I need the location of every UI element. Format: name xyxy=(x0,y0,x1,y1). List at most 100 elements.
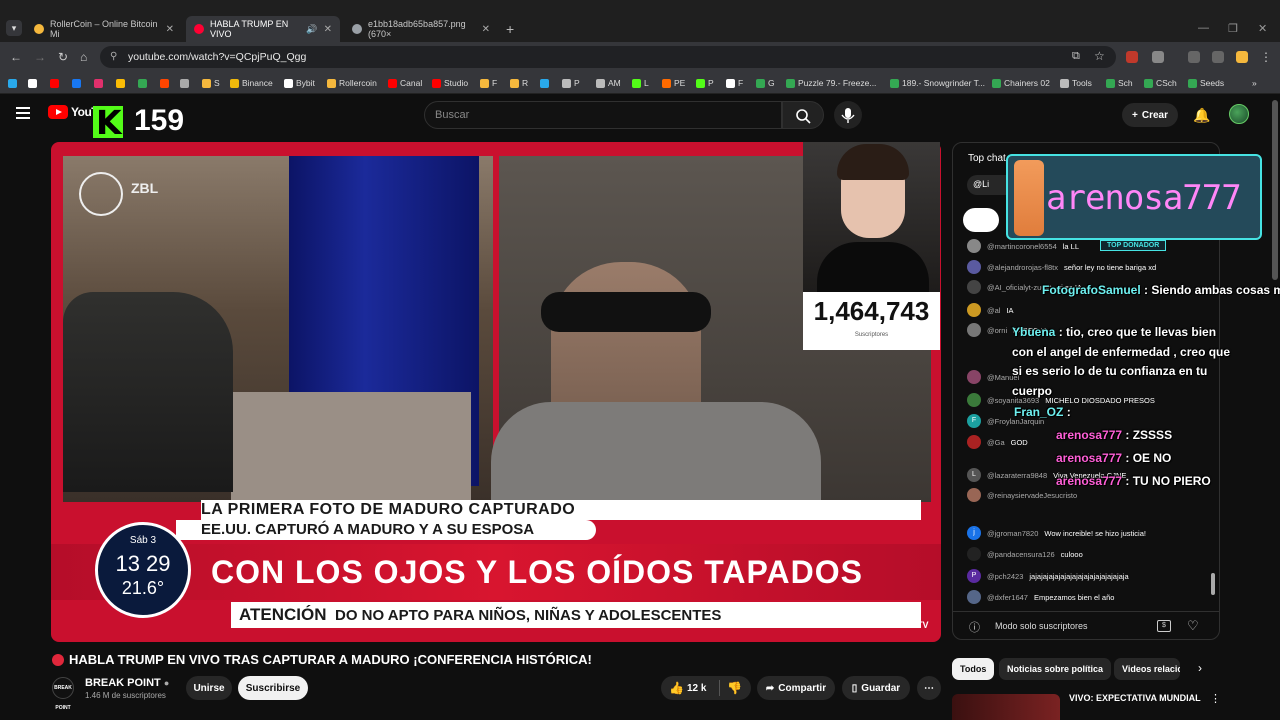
bookmark-item[interactable]: S xyxy=(202,76,220,90)
close-tab-icon[interactable]: ✕ xyxy=(324,24,332,35)
bookmark-item[interactable] xyxy=(94,76,103,90)
heart-icon[interactable]: ♡ xyxy=(1187,618,1199,634)
chat-scrollbar[interactable] xyxy=(1211,573,1215,595)
bookmark-item[interactable]: G xyxy=(756,76,775,90)
bookmark-item[interactable]: Rollercoin xyxy=(327,76,377,90)
download-icon[interactable] xyxy=(1188,51,1200,63)
join-button[interactable]: Unirse xyxy=(186,676,232,700)
bookmark-item[interactable]: 189.- Snowgrinder T... xyxy=(890,76,985,90)
speaker-icon[interactable]: 🔊 xyxy=(306,24,317,35)
minimize-icon[interactable]: — xyxy=(1198,22,1209,34)
bookmark-item[interactable]: F xyxy=(726,76,743,90)
voice-search-button[interactable] xyxy=(834,101,862,129)
save-button[interactable]: ▯ Guardar xyxy=(842,676,910,700)
bookmarks-bar: S Binance Bybit Rollercoin Canal Studio … xyxy=(0,72,1280,94)
chat-message: P @pch2423 jajajajajajajajajajajajajajajaj… xyxy=(967,569,1129,583)
like-icon[interactable]: 👍 xyxy=(669,681,684,695)
bookmark-item[interactable]: Sch xyxy=(1106,76,1133,90)
tab-image[interactable]: e1bb18adb65ba857.png (670× ✕ xyxy=(344,16,498,42)
bookmark-item[interactable]: L xyxy=(632,76,649,90)
search-input[interactable]: Buscar xyxy=(424,101,782,129)
bookmark-star-icon[interactable]: ☆ xyxy=(1094,49,1105,63)
close-window-icon[interactable]: ✕ xyxy=(1258,22,1267,35)
extensions-puzzle-icon[interactable] xyxy=(1152,51,1164,63)
bookmark-item[interactable]: Bybit xyxy=(284,76,315,90)
chip-related[interactable]: Videos relacion xyxy=(1114,658,1180,680)
install-icon[interactable]: ⧉ xyxy=(1072,50,1080,63)
bookmark-item[interactable]: R xyxy=(510,76,528,90)
bookmark-item[interactable]: AM xyxy=(596,76,621,90)
address-bar-row: ← → ↻ ⌂ ⚲ youtube.com/watch?v=QCpjPuQ_Qg… xyxy=(0,42,1280,72)
chip-politics[interactable]: Noticias sobre política xyxy=(999,658,1112,680)
info-icon[interactable]: ⓘ xyxy=(969,619,980,635)
reload-icon[interactable]: ↻ xyxy=(58,50,68,64)
bookmark-item[interactable] xyxy=(50,76,59,90)
omnibox[interactable]: ⚲ youtube.com/watch?v=QCpjPuQ_Qgg ⧉ ☆ xyxy=(100,46,1116,68)
share-button[interactable]: ➦ Compartir xyxy=(757,676,835,700)
share-icon: ➦ xyxy=(765,682,775,694)
bookmark-item[interactable]: Studio xyxy=(432,76,468,90)
top-donor-overlay: arenosa777 TOP DONADOR xyxy=(1006,154,1262,251)
channel-subscribers: 1.46 M de suscriptores xyxy=(85,691,166,700)
restore-icon[interactable]: ❐ xyxy=(1228,22,1238,35)
back-icon[interactable]: ← xyxy=(10,50,22,64)
account-avatar[interactable] xyxy=(1229,104,1249,124)
bookmark-item[interactable] xyxy=(540,76,549,90)
chat-message: j @jgroman7820 Wow increible! se hizo just… xyxy=(967,526,1146,540)
bookmark-item[interactable] xyxy=(28,76,40,90)
source-logo-text: ZBL xyxy=(131,180,159,196)
next-video-title[interactable]: VIVO: EXPECTATIVA MUNDIAL xyxy=(1069,693,1201,703)
bookmark-item[interactable]: Binance xyxy=(230,76,273,90)
bookmark-item[interactable]: CSch xyxy=(1144,76,1177,90)
bookmark-item[interactable]: Canal xyxy=(388,76,422,90)
bookmark-item[interactable]: F xyxy=(480,76,497,90)
bookmark-item[interactable]: Chainers 02 xyxy=(992,76,1050,90)
bookmark-item[interactable]: P xyxy=(696,76,714,90)
tab-title: HABLA TRUMP EN VIVO xyxy=(210,19,289,39)
more-actions-icon[interactable]: ⋯ xyxy=(917,676,941,700)
dislike-icon[interactable]: 👎 xyxy=(727,681,742,695)
profile-icon[interactable] xyxy=(1236,51,1248,63)
bookmark-item[interactable] xyxy=(160,76,169,90)
chip-todos[interactable]: Todos xyxy=(952,658,995,680)
page-scrollbar[interactable] xyxy=(1272,100,1278,280)
bookmark-item[interactable] xyxy=(72,76,81,90)
menu-kebab-icon[interactable]: ⋮ xyxy=(1260,50,1272,64)
bookmark-folder[interactable]: Tools xyxy=(1060,76,1092,90)
media-icon[interactable] xyxy=(1212,51,1224,63)
bookmark-item[interactable]: Puzzle 79.- Freeze... xyxy=(786,76,876,90)
pinned-chip[interactable] xyxy=(963,208,999,232)
bookmark-item[interactable] xyxy=(138,76,147,90)
more-bookmarks-icon[interactable]: » xyxy=(1252,76,1257,90)
bookmark-item[interactable]: PE xyxy=(662,76,685,90)
next-video-menu-icon[interactable]: ⋮ xyxy=(1210,692,1221,705)
like-count[interactable]: 12 k xyxy=(687,683,706,694)
overlay-message: arenosa777 : TU NO PIERO xyxy=(1056,474,1211,488)
menu-icon[interactable] xyxy=(16,107,30,119)
search-button[interactable] xyxy=(782,101,824,129)
bookmark-item[interactable] xyxy=(8,76,17,90)
super-chat-icon[interactable]: $ xyxy=(1157,620,1171,632)
tab-rollercoin[interactable]: RollerCoin – Online Bitcoin Mi ✕ xyxy=(26,16,182,42)
chat-header[interactable]: Top chat xyxy=(968,153,1006,164)
chevron-right-icon[interactable]: › xyxy=(1198,661,1202,675)
bookmark-item[interactable] xyxy=(116,76,125,90)
bookmark-item[interactable]: Seeds xyxy=(1188,76,1224,90)
bookmark-item[interactable]: P xyxy=(562,76,580,90)
extension-icon[interactable] xyxy=(1126,51,1138,63)
forward-icon[interactable]: → xyxy=(34,50,46,64)
channel-avatar[interactable]: BREAK POINT xyxy=(52,677,74,711)
next-video-thumbnail[interactable] xyxy=(952,694,1060,720)
close-tab-icon[interactable]: ✕ xyxy=(166,24,174,35)
notifications-bell-icon[interactable]: 🔔 xyxy=(1193,107,1210,124)
close-tab-icon[interactable]: ✕ xyxy=(482,24,490,35)
new-tab-button[interactable]: + xyxy=(506,21,514,37)
bookmark-item[interactable] xyxy=(180,76,189,90)
home-icon[interactable]: ⌂ xyxy=(80,50,87,64)
channel-name[interactable]: BREAK POINT ● xyxy=(85,677,169,689)
chat-footer: ⓘ Modo solo suscriptores $ ♡ xyxy=(953,611,1219,639)
site-info-icon[interactable]: ⚲ xyxy=(110,51,117,62)
create-button[interactable]: + Crear xyxy=(1122,103,1178,127)
subscribe-button[interactable]: Suscribirse xyxy=(238,676,308,700)
tab-youtube-active[interactable]: HABLA TRUMP EN VIVO 🔊 ✕ xyxy=(186,16,340,42)
